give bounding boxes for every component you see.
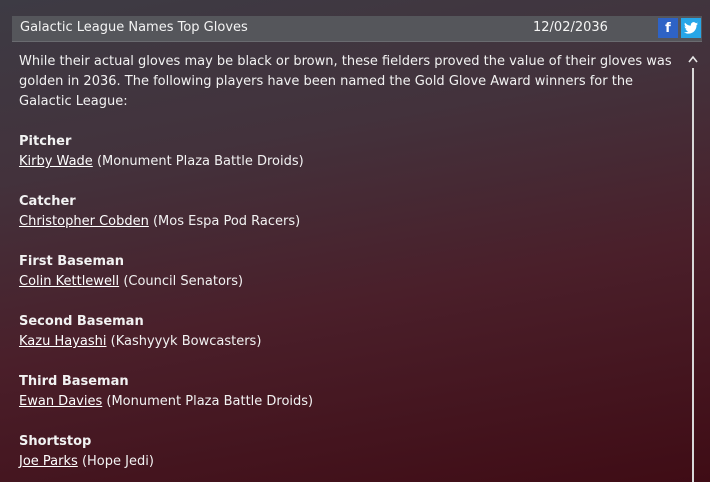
award-position: Second Baseman [19,314,144,329]
facebook-share-button[interactable]: f [658,18,678,38]
twitter-icon [684,22,698,34]
award-entry: First Baseman Colin Kettlewell (Council … [19,252,674,292]
team-name: (Monument Plaza Battle Droids) [96,154,304,169]
player-link[interactable]: Kazu Hayashi [19,334,106,349]
player-link[interactable]: Joe Parks [19,454,78,469]
scroll-up-arrow[interactable] [686,52,700,66]
article-date: 12/02/2036 [533,20,608,35]
facebook-icon: f [665,20,671,36]
award-entry: Pitcher Kirby Wade (Monument Plaza Battl… [19,132,674,172]
award-entry: Second Baseman Kazu Hayashi (Kashyyyk Bo… [19,312,674,352]
team-name: (Monument Plaza Battle Droids) [106,394,314,409]
scrollbar[interactable] [692,68,694,482]
team-name: (Council Senators) [123,274,244,289]
award-position: Catcher [19,194,76,209]
chevron-up-icon [688,55,698,63]
award-position: Shortstop [19,434,92,449]
article-body: While their actual gloves may be black o… [19,52,674,472]
team-name: (Kashyyyk Bowcasters) [110,334,262,349]
award-position: First Baseman [19,254,125,269]
award-entry: Catcher Christopher Cobden (Mos Espa Pod… [19,192,674,232]
award-position: Third Baseman [19,374,129,389]
player-link[interactable]: Ewan Davies [19,394,102,409]
article-title: Galactic League Names Top Gloves [20,20,248,35]
team-name: (Mos Espa Pod Racers) [152,214,301,229]
player-link[interactable]: Christopher Cobden [19,214,149,229]
player-link[interactable]: Colin Kettlewell [19,274,119,289]
twitter-share-button[interactable] [681,18,701,38]
article-intro: While their actual gloves may be black o… [19,54,672,109]
award-entry: Shortstop Joe Parks (Hope Jedi) [19,432,674,472]
article-header: Galactic League Names Top Gloves 12/02/2… [12,16,702,42]
player-link[interactable]: Kirby Wade [19,154,93,169]
award-entry: Third Baseman Ewan Davies (Monument Plaz… [19,372,674,412]
award-position: Pitcher [19,134,72,149]
team-name: (Hope Jedi) [81,454,154,469]
